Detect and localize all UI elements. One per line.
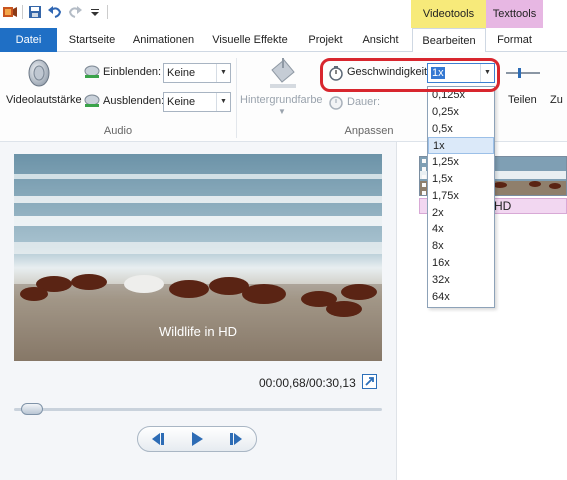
speed-option[interactable]: 1,5x — [428, 171, 494, 188]
videotools-context-header: Videotools — [411, 0, 486, 28]
fade-out-icon — [84, 94, 100, 108]
tab-projekt[interactable]: Projekt — [298, 28, 353, 52]
qat-separator — [22, 5, 23, 19]
fade-out-select[interactable]: Keine ▼ — [163, 92, 231, 112]
speed-option[interactable]: 1,25x — [428, 154, 494, 171]
split-icon — [506, 68, 540, 78]
speed-option[interactable]: 1x — [428, 137, 494, 155]
fullscreen-button[interactable] — [362, 374, 377, 389]
speed-option[interactable]: 0,5x — [428, 121, 494, 138]
speed-option[interactable]: 8x — [428, 238, 494, 255]
ribbon-tab-row: Datei Startseite Animationen Visuelle Ef… — [0, 28, 567, 53]
fade-in-icon — [84, 65, 100, 79]
qat-separator — [107, 5, 108, 19]
adjust-group-label: Anpassen — [344, 125, 394, 137]
duration-stopwatch-icon — [328, 94, 344, 110]
previous-frame-icon — [151, 433, 164, 445]
tab-ansicht[interactable]: Ansicht — [353, 28, 408, 52]
fade-out-label: Ausblenden: — [103, 95, 165, 107]
fade-in-select[interactable]: Keine ▼ — [163, 63, 231, 83]
duration-label: Dauer: — [347, 96, 381, 108]
tab-animationen[interactable]: Animationen — [127, 28, 200, 52]
timecode: 00:00,68/00:30,13 — [259, 376, 356, 390]
play-button[interactable] — [186, 430, 208, 448]
speed-dropdown-list: 0,125x 0,25x 0,5x 1x 1,25x 1,5x 1,75x 2x 4x 8x 16x… — [427, 86, 495, 308]
quick-access-toolbar — [0, 4, 108, 20]
next-frame-button[interactable] — [225, 430, 247, 448]
texttools-context-header: Texttools — [486, 0, 543, 28]
fade-in-label: Einblenden: — [103, 66, 162, 78]
tab-file[interactable]: Datei — [0, 28, 57, 52]
seek-thumb[interactable] — [21, 403, 44, 415]
tab-startseite[interactable]: Startseite — [57, 28, 127, 52]
title-bar: Videotools Texttools — [0, 0, 567, 28]
stopwatch-icon — [328, 65, 344, 81]
chevron-down-icon[interactable]: ▼ — [480, 64, 494, 82]
seek-track[interactable] — [14, 408, 382, 411]
trim-button[interactable]: Zu — [550, 94, 563, 106]
undo-icon[interactable] — [47, 4, 63, 20]
speed-option[interactable]: 0,125x — [428, 87, 494, 104]
transport-controls — [137, 426, 257, 452]
background-color-button[interactable]: Hintergrundfarbe — [240, 94, 323, 106]
redo-icon[interactable] — [67, 4, 83, 20]
tab-format[interactable]: Format — [486, 28, 543, 52]
fade-out-value: Keine — [167, 96, 196, 108]
speed-select[interactable]: 1x ▼ — [427, 63, 495, 83]
play-icon — [191, 432, 203, 446]
next-frame-icon — [230, 433, 243, 445]
audio-group-label: Audio — [103, 125, 133, 137]
tab-bearbeiten[interactable]: Bearbeiten — [412, 28, 486, 53]
speed-option[interactable]: 64x — [428, 289, 494, 306]
speed-option[interactable]: 4x — [428, 221, 494, 238]
save-icon[interactable] — [27, 4, 43, 20]
speaker-icon[interactable] — [24, 58, 54, 88]
speed-value: 1x — [431, 67, 445, 79]
chevron-down-icon[interactable]: ▼ — [216, 64, 230, 82]
chevron-down-icon[interactable]: ▼ — [216, 93, 230, 111]
video-preview[interactable]: Wildlife in HD — [14, 154, 382, 361]
speed-option[interactable]: 32x — [428, 272, 494, 289]
video-volume-label[interactable]: Videolautstärke — [6, 94, 82, 106]
speed-option[interactable]: 1,75x — [428, 188, 494, 205]
paint-bucket-icon — [266, 56, 300, 90]
background-color-chevron-icon[interactable]: ▼ — [278, 107, 286, 116]
speed-label: Geschwindigkeit: — [347, 66, 431, 78]
movie-maker-icon — [2, 4, 18, 20]
storyboard-caption-text: HD — [494, 199, 512, 213]
speed-option[interactable]: 2x — [428, 205, 494, 222]
group-separator — [236, 58, 237, 138]
tab-visuelle-effekte[interactable]: Visuelle Effekte — [204, 28, 296, 52]
previous-frame-button[interactable] — [147, 430, 169, 448]
fade-in-value: Keine — [167, 67, 196, 79]
split-button[interactable]: Teilen — [508, 94, 537, 106]
video-caption-text: Wildlife in HD — [158, 324, 237, 339]
speed-option[interactable]: 16x — [428, 255, 494, 272]
expand-icon — [365, 377, 374, 386]
speed-option[interactable]: 0,25x — [428, 104, 494, 121]
customize-qat-chevron-icon[interactable] — [87, 4, 103, 20]
preview-pane: Wildlife in HD 00:00,68/00:30,13 — [0, 142, 396, 480]
